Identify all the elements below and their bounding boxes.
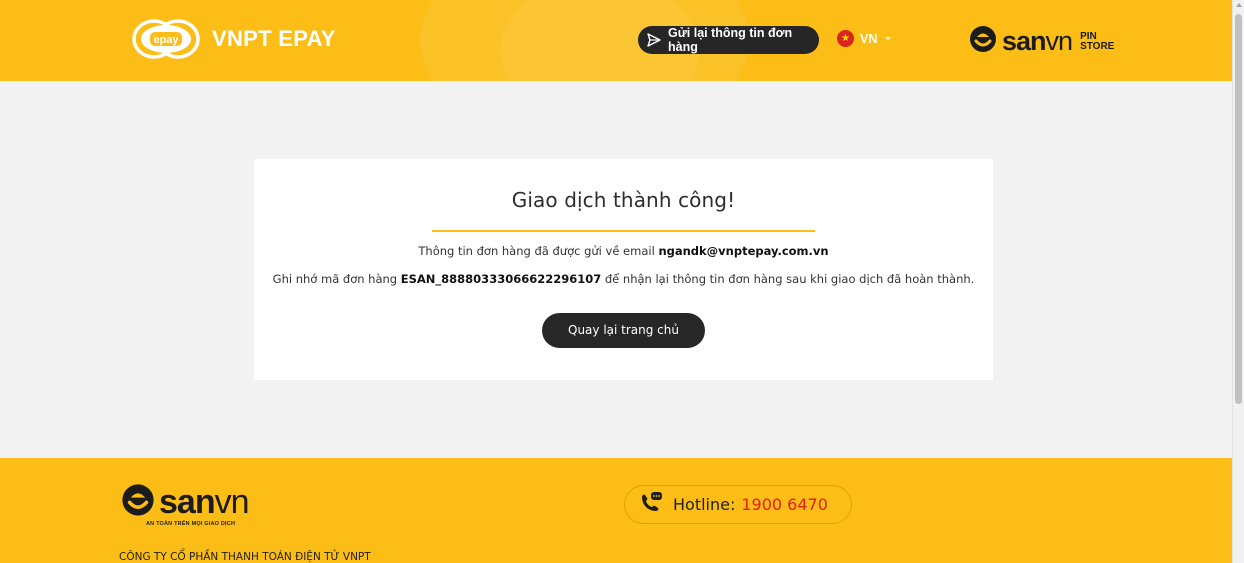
epay-logo-text: epay [153,34,179,46]
site-footer: sanvn AN TOÀN TRÊN MỌI GIAO DỊCH Hotline… [0,458,1232,563]
sanvn-logo-icon [968,24,998,59]
language-label: VN [860,31,878,46]
company-name: CÔNG TY CỔ PHẦN THANH TOÁN ĐIỆN TỬ VNPT [119,551,371,563]
scrollbar-thumb[interactable] [1235,14,1242,404]
back-to-home-button[interactable]: Quay lại trang chủ [542,313,705,348]
sanvn-wordmark: sanvn [1002,26,1073,56]
send-icon [646,32,662,48]
resend-order-info-button[interactable]: Gửi lại thông tin đơn hàng [638,26,819,54]
customer-email: ngandk@vnptepay.com.vn [658,244,829,258]
brand-name: VNPT EPAY [212,26,336,51]
site-header: epay VNPT EPAY Gửi lại thông tin đơn hàn… [0,0,1232,81]
brand-logo-link[interactable]: epay VNPT EPAY [130,18,336,60]
email-notice: Thông tin đơn hàng đã được gửi về email … [418,244,829,258]
hotline-number: 1900 6470 [741,495,828,514]
footer-sanvn-wordmark: sanvn [159,483,250,521]
title-divider [432,230,815,232]
vietnam-flag-icon: ★ [837,30,854,47]
resend-order-info-label: Gửi lại thông tin đơn hàng [668,26,793,54]
order-code: ESAN_88880333066622296107 [400,272,602,286]
phone-chat-icon [639,491,663,518]
epay-logo-icon: epay [130,18,202,60]
pin-store-label: PIN STORE [1080,30,1115,52]
chevron-down-icon [885,37,892,40]
sanvn-logo-icon [120,482,156,523]
page-scrollbar[interactable] [1232,0,1244,563]
language-selector[interactable]: ★ VN [837,30,892,47]
sanvn-pinstore-logo[interactable]: sanvn PIN STORE [968,24,1114,59]
hotline-button[interactable]: Hotline: 1900 6470 [624,485,852,524]
scroll-up-arrow-icon[interactable] [1236,3,1242,7]
footer-sanvn-logo[interactable]: sanvn AN TOÀN TRÊN MỌI GIAO DỊCH [120,482,250,527]
order-code-notice: Ghi nhớ mã đơn hàng ESAN_888803330666222… [272,272,975,286]
hotline-label: Hotline: [673,495,736,514]
success-title: Giao dịch thành công! [511,188,736,212]
transaction-result-card: Giao dịch thành công! Thông tin đơn hàng… [254,159,993,380]
footer-tagline: AN TOÀN TRÊN MỌI GIAO DỊCH [146,521,236,527]
